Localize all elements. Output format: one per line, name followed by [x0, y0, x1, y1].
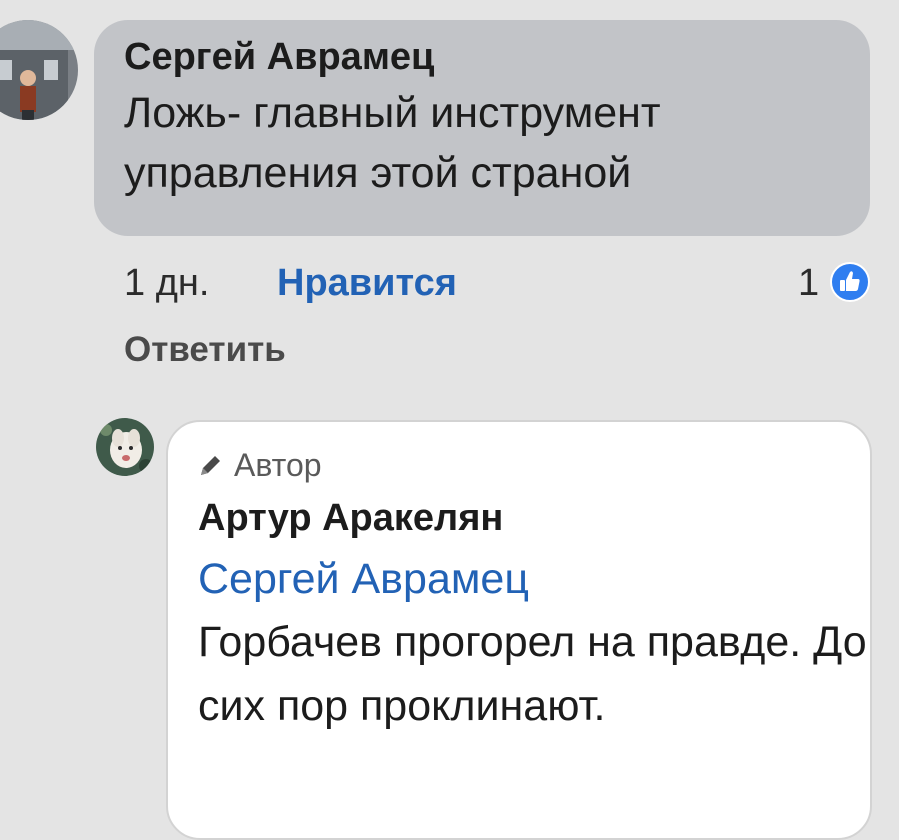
mention-link[interactable]: Сергей Аврамец	[198, 550, 870, 608]
reply-button[interactable]: Ответить	[124, 326, 286, 374]
reply-bubble: Автор Артур Аракелян Сергей Аврамец Горб…	[166, 420, 872, 840]
pencil-icon	[201, 456, 220, 475]
avatar-sergey[interactable]	[0, 20, 78, 120]
author-badge: Автор	[198, 446, 870, 484]
reactions-count[interactable]: 1	[798, 258, 819, 308]
comment-timestamp[interactable]: 1 дн.	[124, 258, 209, 308]
thumbs-up-icon[interactable]	[830, 262, 870, 302]
comment-text: Ложь- главный инструмент управления этой…	[124, 89, 661, 197]
author-badge-label: Автор	[234, 447, 322, 483]
avatar-artur[interactable]	[96, 418, 154, 476]
reply-text: Горбачев прогорел на правде. До сих пор …	[198, 618, 867, 730]
comment-bubble: Сергей Аврамец Ложь- главный инструмент …	[94, 20, 870, 236]
reply-author[interactable]: Артур Аракелян	[198, 494, 870, 542]
like-button[interactable]: Нравится	[277, 258, 457, 308]
comment-author[interactable]: Сергей Аврамец	[124, 34, 870, 80]
